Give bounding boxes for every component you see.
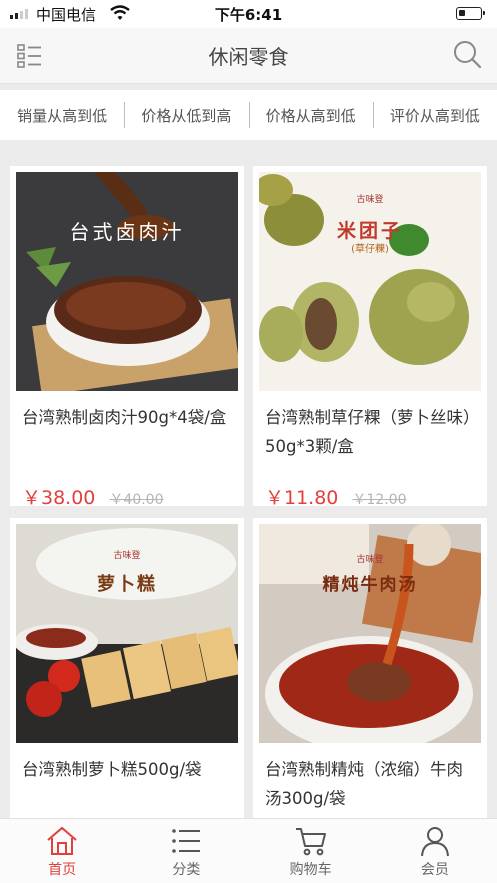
page-title: 休闲零食 xyxy=(208,45,289,69)
original-price: ￥40.00 xyxy=(109,492,164,508)
battery-icon xyxy=(456,7,485,20)
list-icon xyxy=(172,829,201,853)
product-name[interactable]: 台湾熟制萝卜糕500g/袋 xyxy=(22,755,232,784)
user-icon xyxy=(420,827,449,857)
sort-sales-desc[interactable]: 销量从高到低 xyxy=(0,105,124,126)
product-image-turnip-cake[interactable]: 古味登 萝卜糕 xyxy=(16,524,238,743)
image-banner-subtext: (草仔粿) xyxy=(351,244,389,255)
brand-logo-text: 古味登 xyxy=(113,551,141,561)
bottom-tab-bar: 首页 分类 购物车 会员 xyxy=(0,818,497,883)
product-image-beef-soup[interactable]: 古味登 精炖牛肉汤 xyxy=(259,524,481,743)
product-card[interactable]: 古味登 米团子 (草仔粿) 台湾熟制草仔粿（萝卜丝味）50g*3颗/盒 ￥11.… xyxy=(253,166,487,509)
image-banner-text: 萝卜糕 xyxy=(97,574,157,595)
tab-label: 购物车 xyxy=(289,862,332,878)
home-icon xyxy=(47,826,77,855)
sort-rating-desc[interactable]: 评价从高到低 xyxy=(372,101,497,128)
image-banner-text: 台式卤肉汁 xyxy=(69,220,185,244)
cart-icon xyxy=(295,828,326,856)
product-image-rice-cake[interactable]: 古味登 米团子 (草仔粿) xyxy=(259,172,481,391)
status-time: 下午6:41 xyxy=(214,6,283,24)
app-header: 休闲零食 xyxy=(0,28,497,84)
brand-logo-text: 古味登 xyxy=(356,555,384,565)
product-image-braised-pork[interactable]: 台式卤肉汁 xyxy=(16,172,238,391)
product-card[interactable]: 古味登 精炖牛肉汤 台湾熟制精炖（浓缩）牛肉汤300g/袋 xyxy=(253,518,487,818)
product-price: ￥11.80 xyxy=(265,487,339,509)
status-bar: 中国电信 下午6:41 xyxy=(0,0,497,28)
tab-label: 首页 xyxy=(48,862,77,878)
tab-label: 分类 xyxy=(172,862,201,878)
tab-label: 会员 xyxy=(420,862,449,878)
image-banner-text: 米团子 xyxy=(336,220,403,242)
product-price: ￥38.00 xyxy=(22,487,96,509)
product-name[interactable]: 台湾熟制精炖（浓缩）牛肉汤300g/袋 xyxy=(265,755,475,813)
brand-logo-text: 古味登 xyxy=(356,195,384,205)
product-card[interactable]: 古味登 萝卜糕 台湾熟制萝卜糕500g/袋 xyxy=(10,518,244,818)
price-row: ￥11.80 ￥12.00 xyxy=(265,483,407,510)
original-price: ￥12.00 xyxy=(352,492,407,508)
search-icon[interactable] xyxy=(452,39,482,69)
price-row: ￥38.00 ￥40.00 xyxy=(22,483,164,510)
sort-bar: 销量从高到低 价格从低到高 价格从高到低 评价从高到低 xyxy=(0,90,497,140)
image-banner-text: 精炖牛肉汤 xyxy=(322,575,418,595)
tab-member[interactable]: 会员 xyxy=(373,819,497,883)
product-card[interactable]: 台式卤肉汁 台湾熟制卤肉汁90g*4袋/盒 ￥38.00 ￥40.00 xyxy=(10,166,244,509)
sort-price-desc[interactable]: 价格从高到低 xyxy=(248,101,373,128)
tab-category[interactable]: 分类 xyxy=(124,819,248,883)
tab-cart[interactable]: 购物车 xyxy=(249,819,373,883)
product-name[interactable]: 台湾熟制草仔粿（萝卜丝味）50g*3颗/盒 xyxy=(265,403,475,461)
tab-home[interactable]: 首页 xyxy=(0,819,124,883)
sort-price-asc[interactable]: 价格从低到高 xyxy=(124,101,248,128)
product-name[interactable]: 台湾熟制卤肉汁90g*4袋/盒 xyxy=(22,403,232,432)
